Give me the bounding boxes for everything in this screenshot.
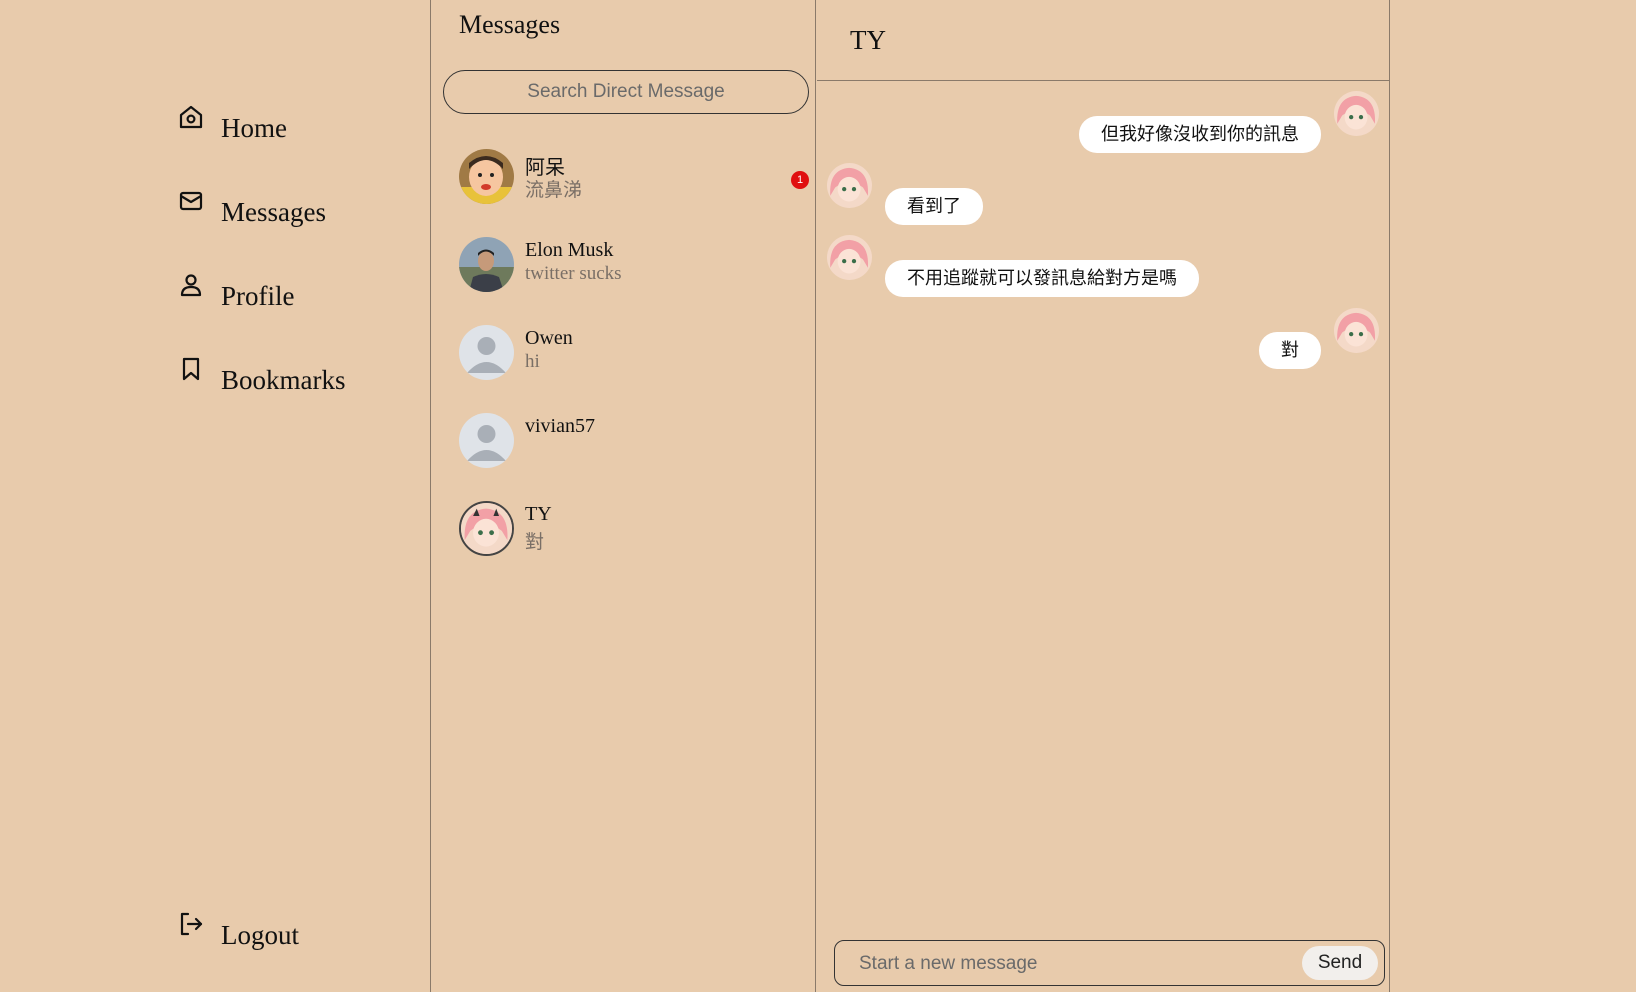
default-avatar	[459, 413, 514, 468]
message-bubble: 但我好像沒收到你的訊息	[1079, 116, 1321, 153]
logout-button[interactable]: Logout	[178, 912, 299, 951]
send-button[interactable]: Send	[1302, 946, 1378, 980]
conversation-name: Owen	[525, 327, 573, 349]
message-input[interactable]	[857, 949, 1291, 979]
chat-header: TY	[817, 0, 1389, 81]
sidebar-item-label: Messages	[221, 197, 326, 227]
conversation-item[interactable]: TY 對	[459, 501, 809, 561]
message-composer: Send	[834, 940, 1385, 986]
sidebar-item-label: Bookmarks	[221, 365, 346, 395]
chat-title: TY	[850, 25, 886, 55]
mail-icon	[178, 188, 204, 214]
sidebar-item-label: Home	[221, 113, 287, 143]
conversation-name: TY	[525, 503, 552, 525]
anime-girl-avatar	[459, 501, 514, 556]
sidebar-item-profile[interactable]: Profile	[178, 274, 295, 312]
anime-girl-avatar	[1334, 91, 1379, 136]
divider	[1389, 0, 1390, 992]
home-icon	[178, 104, 204, 130]
sidebar-item-label: Logout	[221, 920, 299, 950]
unread-badge: 1	[791, 171, 809, 189]
conversation-name: vivian57	[525, 415, 595, 437]
anime-girl-avatar	[827, 163, 872, 208]
conversation-name: Elon Musk	[525, 239, 614, 261]
chat-panel: TY 但我好像沒收到你的訊息 看到了 不用追蹤就可以發訊息給對方是嗎 對 Sen…	[817, 0, 1389, 992]
sidebar-item-label: Profile	[221, 281, 295, 311]
photo-avatar	[459, 237, 514, 292]
anime-girl-avatar	[827, 235, 872, 280]
message-bubble: 不用追蹤就可以發訊息給對方是嗎	[885, 260, 1199, 297]
sidebar: Home Messages Profile Bookmarks Logout	[0, 0, 430, 992]
conversation-preview: 流鼻涕	[525, 180, 583, 201]
message-bubble: 看到了	[885, 188, 983, 225]
conversation-preview: twitter sucks	[525, 263, 622, 284]
conversation-item[interactable]: vivian57	[459, 413, 809, 473]
conversation-item[interactable]: Owen hi	[459, 325, 809, 385]
messages-title: Messages	[459, 10, 561, 39]
conversation-preview: 對	[525, 532, 545, 553]
user-icon	[178, 272, 204, 298]
anime-girl-avatar	[1334, 308, 1379, 353]
conversation-item[interactable]: 阿呆 流鼻涕 1	[459, 149, 809, 209]
cartoon-boy-avatar	[459, 149, 514, 204]
default-avatar	[459, 325, 514, 380]
sidebar-item-bookmarks[interactable]: Bookmarks	[178, 357, 346, 396]
search-input[interactable]	[443, 70, 809, 114]
messages-panel: Messages 阿呆 流鼻涕 1 Elon	[431, 0, 815, 992]
logout-icon	[178, 911, 204, 937]
sidebar-item-messages[interactable]: Messages	[178, 191, 326, 228]
bookmark-icon	[178, 356, 204, 382]
divider	[815, 0, 816, 992]
message-bubble: 對	[1259, 332, 1321, 369]
conversation-item[interactable]: Elon Musk twitter sucks	[459, 237, 809, 297]
conversation-preview: hi	[525, 351, 540, 372]
sidebar-item-home[interactable]: Home	[178, 105, 287, 144]
